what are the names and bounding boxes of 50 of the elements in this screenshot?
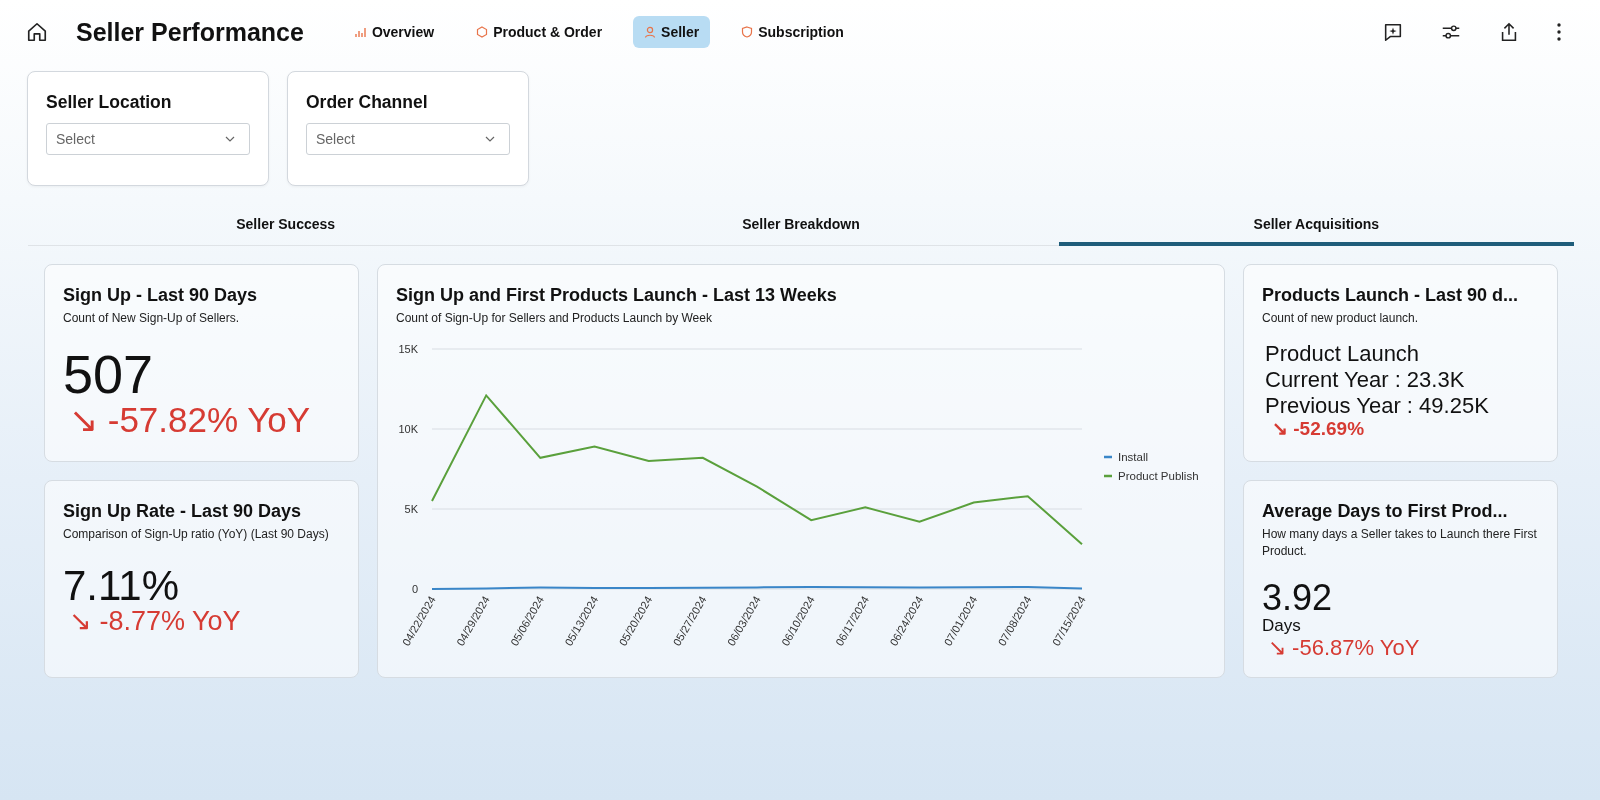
nav-tab[interactable]: Subscription: [730, 16, 855, 48]
shield-icon: [741, 26, 754, 38]
page-title: Seller Performance: [76, 17, 304, 47]
select-dropdown[interactable]: Select: [306, 123, 510, 155]
card-title: Products Launch - Last 90 d...: [1262, 285, 1520, 306]
chevron-down-icon: [485, 136, 495, 142]
kpi-value: 3.92: [1262, 579, 1334, 616]
card-title: Sign Up Rate - Last 90 Days: [63, 501, 303, 522]
nav-tab[interactable]: Product & Order: [465, 16, 614, 48]
filter-label: Order Channel: [306, 92, 429, 113]
filter-label: Seller Location: [46, 92, 173, 113]
launch-stat: Previous Year : 49.25K: [1265, 392, 1490, 419]
legend-label: Product Publish: [1118, 469, 1199, 482]
more-options-icon[interactable]: [1556, 21, 1562, 43]
kpi-value: 507: [63, 346, 155, 401]
sparkle-chat-icon[interactable]: [1382, 21, 1404, 43]
kpi-change: ↘ -57.82% YoY: [69, 400, 312, 440]
kpi-change: ↘ -52.69%: [1272, 418, 1366, 440]
card-title: Sign Up and First Products Launch - Last 13 Weeks: [396, 285, 838, 306]
card-subtitle: How many days a Seller takes to Launch there First Product.: [1262, 526, 1538, 560]
y-tick-label: 5K: [404, 502, 418, 515]
launch-stat: Current Year : 23.3K: [1265, 366, 1466, 393]
y-tick-label: 10K: [398, 422, 418, 435]
legend-label: Install: [1118, 450, 1149, 463]
card-title: Average Days to First Prod...: [1262, 501, 1509, 522]
y-tick-label: 15K: [398, 342, 418, 355]
home-icon[interactable]: [26, 21, 48, 43]
person-icon: [644, 26, 657, 38]
kpi-change: ↘ -56.87% YoY: [1268, 635, 1421, 660]
nav-tab[interactable]: Overview: [343, 16, 446, 48]
legend-swatch: [1104, 474, 1112, 478]
legend-swatch: [1104, 455, 1112, 459]
kpi-change: ↘ -8.77% YoY: [69, 606, 242, 637]
kpi-value: 7.11%: [63, 564, 180, 607]
chevron-down-icon: [225, 136, 235, 142]
card-subtitle: Count of New Sign-Up of Sellers.: [63, 310, 241, 327]
launch-stat: Product Launch: [1265, 340, 1421, 367]
section-tab[interactable]: Seller Success: [28, 206, 544, 246]
section-tab[interactable]: Seller Acquisitions: [1058, 206, 1574, 246]
kpi-unit: Days: [1262, 615, 1302, 636]
hexagon-icon: [476, 26, 489, 38]
card-subtitle: Count of new product launch.: [1262, 310, 1420, 327]
section-tab[interactable]: Seller Breakdown: [543, 206, 1059, 246]
card-subtitle: Count of Sign-Up for Sellers and Products Launch by Week: [396, 310, 713, 327]
y-tick-label: 0: [411, 582, 418, 595]
chart-icon: [354, 26, 367, 38]
nav-tab[interactable]: Seller: [633, 16, 711, 48]
select-dropdown[interactable]: Select: [46, 123, 250, 155]
card-title: Sign Up - Last 90 Days: [63, 285, 259, 306]
card-subtitle: Comparison of Sign-Up ratio (YoY) (Last 90 Days): [63, 526, 330, 543]
